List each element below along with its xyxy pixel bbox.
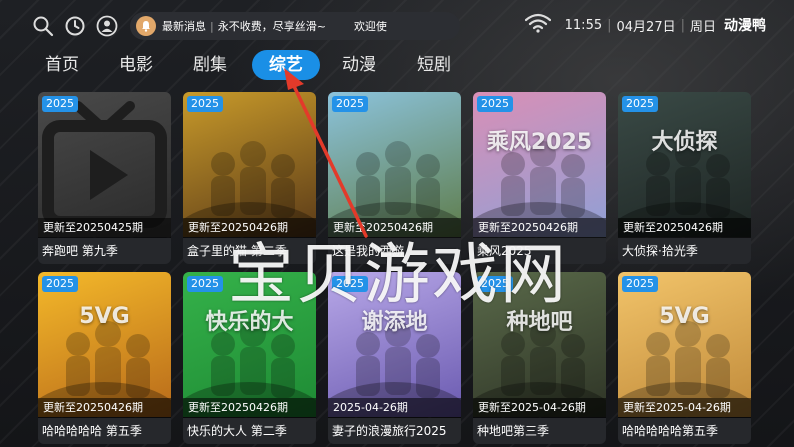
show-title: 种地吧第三季 [473,418,606,444]
watermark-text: 宝贝游戏网 [228,236,568,313]
tab-movies[interactable]: 电影 [112,50,160,80]
update-status: 更新至2025-04-26期 [473,398,606,418]
ticker-message: 永不收费，尽享丝滑~ [217,20,326,33]
weekday-text: 周日 [689,19,716,35]
history-icon[interactable] [64,15,86,37]
bell-icon [136,16,156,36]
annotation-arrow [284,68,368,238]
show-title: 哈哈哈哈哈第五季 [618,418,751,444]
update-status: 更新至20250425期 [38,218,171,238]
poster-lettering: 5VG [79,304,130,329]
show-card[interactable]: 2025 更新至20250425期 奔跑吧 第九季 [38,92,171,264]
poster-art [473,141,606,237]
year-badge: 2025 [622,96,658,112]
tab-series[interactable]: 剧集 [186,50,234,80]
show-poster [38,92,171,237]
ticker-separator: | [210,19,214,33]
news-label: 最新消息 [162,20,206,33]
news-ticker[interactable]: 最新消息 | 永不收费，尽享丝滑~ 欢迎使 [130,12,460,40]
top-bar: 最新消息 | 永不收费，尽享丝滑~ 欢迎使 11:55 | 04月27日 | 周… [0,0,794,48]
update-status: 更新至20250426期 [183,398,316,418]
year-badge: 2025 [42,96,78,112]
year-badge: 2025 [187,276,223,292]
status-area: 11:55 | 04月27日 | 周日 动漫鸭 [524,13,766,37]
show-title: 快乐的大人 第二季 [183,418,316,444]
year-badge: 2025 [187,96,223,112]
tv-placeholder-icon [42,101,167,228]
user-icon[interactable] [96,15,118,37]
wifi-icon [524,13,551,37]
status-divider: | [680,17,685,33]
show-title: 哈哈哈哈哈 第五季 [38,418,171,444]
ticker-message-tail: 欢迎使 [353,20,387,33]
show-title: 妻子的浪漫旅行2025 [328,418,461,444]
app-brand: 动漫鸭 [724,18,766,34]
show-poster: 乘风2025 [473,92,606,237]
tab-shorts[interactable]: 短剧 [410,50,458,80]
update-status: 更新至2025-04-26期 [618,398,751,418]
poster-lettering: 乘风2025 [486,130,593,155]
show-card[interactable]: 5VG 2025 更新至20250426期 哈哈哈哈哈 第五季 [38,272,171,444]
tab-home[interactable]: 首页 [38,50,86,80]
show-poster: 5VG [38,272,171,417]
show-title: 奔跑吧 第九季 [38,238,171,264]
category-tabs: 首页 电影 剧集 综艺 动漫 短剧 [0,50,794,82]
show-poster: 大侦探 [618,92,751,237]
status-divider: | [607,17,612,33]
year-badge: 2025 [477,96,513,112]
update-status: 更新至20250426期 [38,398,171,418]
poster-art [38,321,171,417]
poster-art [618,141,751,237]
clock-time: 11:55 [564,17,603,33]
search-icon[interactable] [32,15,54,37]
date-text: 04月27日 [616,19,676,35]
update-status: 2025-04-26期 [328,398,461,418]
year-badge: 2025 [42,276,78,292]
poster-lettering: 大侦探 [651,130,718,155]
